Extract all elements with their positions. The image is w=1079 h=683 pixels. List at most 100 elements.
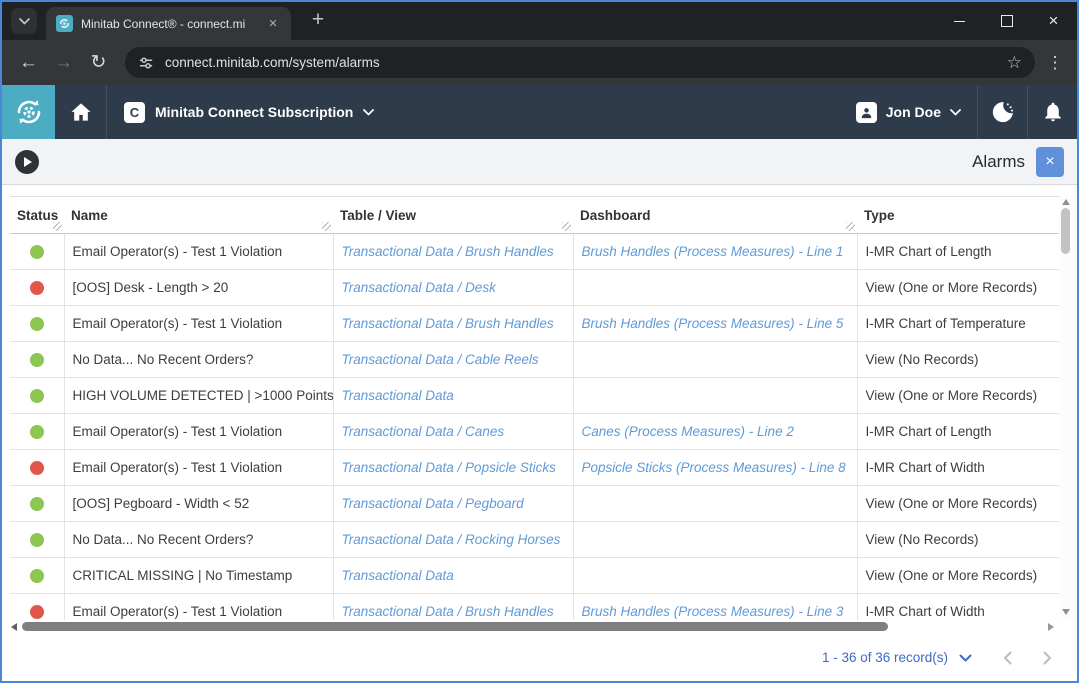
scroll-down-arrow[interactable] — [1062, 609, 1070, 615]
alarm-type: I-MR Chart of Width — [857, 450, 1059, 486]
table-row[interactable]: [OOS] Pegboard - Width < 52Transactional… — [10, 486, 1059, 522]
horizontal-scrollbar[interactable] — [2, 620, 1077, 634]
user-menu[interactable]: Jon Doe — [840, 85, 977, 139]
alarm-name: Email Operator(s) - Test 1 Violation — [64, 234, 333, 270]
column-header-type[interactable]: Type — [857, 197, 1059, 234]
table-view-link[interactable]: Transactional Data / Brush Handles — [342, 244, 554, 259]
app-header: C Minitab Connect Subscription Jon Doe — [2, 85, 1077, 139]
status-dot-red — [30, 281, 44, 295]
scroll-up-arrow[interactable] — [1062, 199, 1070, 205]
tab-close-icon[interactable]: × — [264, 15, 282, 33]
table-view-link[interactable]: Transactional Data / Brush Handles — [342, 604, 554, 619]
dashboard-link[interactable]: Canes (Process Measures) - Line 2 — [582, 424, 794, 439]
run-button[interactable] — [15, 150, 39, 174]
pagination-bar: 1 - 36 of 36 record(s) — [2, 634, 1077, 681]
vertical-scrollbar[interactable] — [1059, 196, 1072, 618]
column-header-name[interactable]: Name — [64, 197, 333, 234]
horizontal-scroll-thumb[interactable] — [22, 622, 888, 631]
dashboard-link[interactable]: Brush Handles (Process Measures) - Line … — [582, 604, 844, 619]
tab-search-button[interactable] — [11, 8, 37, 34]
chevron-down-icon — [363, 109, 374, 116]
new-tab-button[interactable]: + — [304, 7, 332, 35]
column-header-status[interactable]: Status — [10, 197, 64, 234]
bookmark-star-icon[interactable]: ☆ — [1007, 53, 1022, 73]
subscription-selector[interactable]: C Minitab Connect Subscription — [107, 85, 391, 139]
notifications-button[interactable] — [1028, 85, 1077, 139]
alarm-name: Email Operator(s) - Test 1 Violation — [64, 594, 333, 621]
table-view-link[interactable]: Transactional Data / Pegboard — [342, 496, 524, 511]
dashboard-cell — [573, 342, 857, 378]
maximize-icon — [1001, 15, 1013, 27]
dark-mode-toggle[interactable] — [978, 85, 1027, 139]
browser-tab-strip: Minitab Connect® - connect.mi × + × — [2, 2, 1077, 40]
table-view-cell: Transactional Data / Brush Handles — [333, 306, 573, 342]
alarm-name: No Data... No Recent Orders? — [64, 342, 333, 378]
table-row[interactable]: Email Operator(s) - Test 1 Violation Tran… — [10, 234, 1059, 270]
dashboard-cell — [573, 558, 857, 594]
dashboard-link[interactable]: Brush Handles (Process Measures) - Line … — [582, 316, 844, 331]
dashboard-cell: Brush Handles (Process Measures) - Line … — [573, 306, 857, 342]
alarm-type: View (No Records) — [857, 522, 1059, 558]
previous-page-button[interactable] — [994, 651, 1020, 665]
table-view-link[interactable]: Transactional Data / Canes — [342, 424, 505, 439]
alarm-name: Email Operator(s) - Test 1 Violation — [64, 414, 333, 450]
scroll-right-arrow[interactable] — [1048, 623, 1054, 631]
table-row[interactable]: [OOS] Desk - Length > 20 Transactional Da… — [10, 270, 1059, 306]
page-size-dropdown[interactable] — [959, 654, 972, 662]
column-header-dashboard[interactable]: Dashboard — [573, 197, 857, 234]
table-row[interactable]: HIGH VOLUME DETECTED | >1000 PointsTrans… — [10, 378, 1059, 414]
minimize-icon — [954, 21, 965, 22]
dashboard-link[interactable]: Popsicle Sticks (Process Measures) - Lin… — [582, 460, 846, 475]
next-page-button[interactable] — [1034, 651, 1060, 665]
table-view-link[interactable]: Transactional Data / Desk — [342, 280, 496, 295]
reload-button[interactable]: ↻ — [83, 47, 114, 78]
table-row[interactable]: Email Operator(s) - Test 1 ViolationTran… — [10, 306, 1059, 342]
home-button[interactable] — [55, 85, 106, 139]
table-view-cell: Transactional Data / Brush Handles — [333, 594, 573, 621]
status-cell — [10, 558, 64, 594]
window-close-button[interactable]: × — [1030, 2, 1077, 40]
status-cell — [10, 486, 64, 522]
table-row[interactable]: Email Operator(s) - Test 1 Violation Tran… — [10, 414, 1059, 450]
table-view-link[interactable]: Transactional Data / Brush Handles — [342, 316, 554, 331]
table-view-link[interactable]: Transactional Data / Popsicle Sticks — [342, 460, 556, 475]
status-cell — [10, 414, 64, 450]
status-cell — [10, 594, 64, 621]
dashboard-cell: Popsicle Sticks (Process Measures) - Lin… — [573, 450, 857, 486]
table-row[interactable]: Email Operator(s) - Test 1 Violation Tran… — [10, 594, 1059, 621]
alarms-table: Status Name Table / View Dashboard Type … — [10, 196, 1059, 620]
table-row[interactable]: No Data... No Recent Orders?Transactiona… — [10, 522, 1059, 558]
table-view-cell: Transactional Data / Canes — [333, 414, 573, 450]
browser-tab[interactable]: Minitab Connect® - connect.mi × — [46, 7, 291, 40]
alarm-name: [OOS] Desk - Length > 20 — [64, 270, 333, 306]
minitab-connect-logo[interactable] — [2, 85, 55, 139]
status-cell — [10, 234, 64, 270]
url-text[interactable]: connect.minitab.com/system/alarms — [165, 55, 996, 70]
address-bar[interactable]: connect.minitab.com/system/alarms ☆ — [125, 47, 1035, 78]
table-view-link[interactable]: Transactional Data / Rocking Horses — [342, 532, 561, 547]
table-view-link[interactable]: Transactional Data — [342, 388, 454, 403]
dashboard-cell — [573, 486, 857, 522]
alarm-type: I-MR Chart of Temperature — [857, 306, 1059, 342]
browser-window: Minitab Connect® - connect.mi × + × ← → … — [0, 0, 1079, 683]
vertical-scroll-thumb[interactable] — [1061, 208, 1070, 254]
alarm-type: View (One or More Records) — [857, 378, 1059, 414]
browser-menu-button[interactable]: ⋮ — [1042, 53, 1068, 73]
table-row[interactable]: No Data... No Recent Orders? Transactiona… — [10, 342, 1059, 378]
table-row[interactable]: CRITICAL MISSING | No TimestampTransacti… — [10, 558, 1059, 594]
status-cell — [10, 342, 64, 378]
table-view-link[interactable]: Transactional Data — [342, 568, 454, 583]
dashboard-cell: Brush Handles (Process Measures) - Line … — [573, 234, 857, 270]
dashboard-cell: Brush Handles (Process Measures) - Line … — [573, 594, 857, 621]
forward-button[interactable]: → — [48, 47, 79, 78]
dashboard-link[interactable]: Brush Handles (Process Measures) - Line … — [582, 244, 844, 259]
panel-close-button[interactable]: × — [1036, 147, 1064, 177]
column-header-table-view[interactable]: Table / View — [333, 197, 573, 234]
back-button[interactable]: ← — [13, 47, 44, 78]
scroll-left-arrow[interactable] — [11, 623, 17, 631]
table-view-link[interactable]: Transactional Data / Cable Reels — [342, 352, 539, 367]
site-settings-icon[interactable] — [138, 55, 154, 71]
maximize-button[interactable] — [983, 2, 1030, 40]
minimize-button[interactable] — [936, 2, 983, 40]
table-row[interactable]: Email Operator(s) - Test 1 ViolationTran… — [10, 450, 1059, 486]
